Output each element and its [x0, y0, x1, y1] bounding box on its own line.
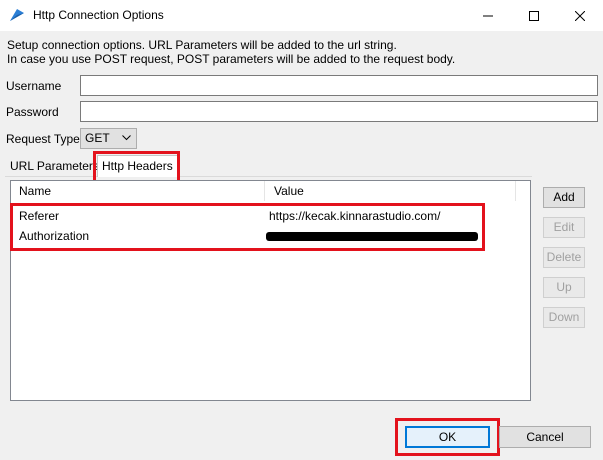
table-row-1-name: Referer [19, 209, 60, 223]
add-button[interactable]: Add [543, 187, 585, 208]
description-line-2: In case you use POST request, POST param… [7, 52, 456, 66]
window-title: Http Connection Options [33, 8, 164, 22]
delete-button[interactable]: Delete [543, 247, 585, 268]
maximize-icon [529, 10, 539, 21]
column-header-name[interactable]: Name [11, 181, 265, 201]
password-input[interactable] [80, 101, 598, 122]
request-type-select[interactable]: GET [80, 128, 137, 149]
request-type-label: Request Type [6, 132, 80, 146]
close-button[interactable] [557, 0, 603, 31]
down-button[interactable]: Down [543, 307, 585, 328]
column-header-value[interactable]: Value [266, 181, 516, 201]
request-type-value: GET [85, 131, 110, 145]
maximize-button[interactable] [511, 0, 557, 31]
title-bar: Http Connection Options [0, 0, 603, 31]
username-label: Username [6, 79, 62, 93]
password-label: Password [6, 105, 59, 119]
minimize-button[interactable] [465, 0, 511, 31]
description-line-1: Setup connection options. URL Parameters… [7, 38, 397, 52]
username-input[interactable] [80, 75, 598, 96]
tab-http-headers[interactable]: Http Headers [97, 155, 178, 177]
app-icon [10, 9, 24, 21]
close-icon [575, 10, 585, 21]
ok-button[interactable]: OK [405, 426, 490, 448]
chevron-down-icon [122, 135, 131, 141]
cancel-button[interactable]: Cancel [499, 426, 591, 448]
redacted-authorization-value [266, 232, 478, 241]
tab-strip-divider [5, 176, 532, 177]
headers-table[interactable]: Name Value Referer https://kecak.kinnara… [10, 180, 531, 401]
up-button[interactable]: Up [543, 277, 585, 298]
edit-button[interactable]: Edit [543, 217, 585, 238]
minimize-icon [483, 15, 493, 16]
tab-url-parameters[interactable]: URL Parameters [10, 159, 99, 173]
table-row-1-value: https://kecak.kinnarastudio.com/ [269, 209, 441, 223]
table-row-2-name: Authorization [19, 229, 90, 243]
